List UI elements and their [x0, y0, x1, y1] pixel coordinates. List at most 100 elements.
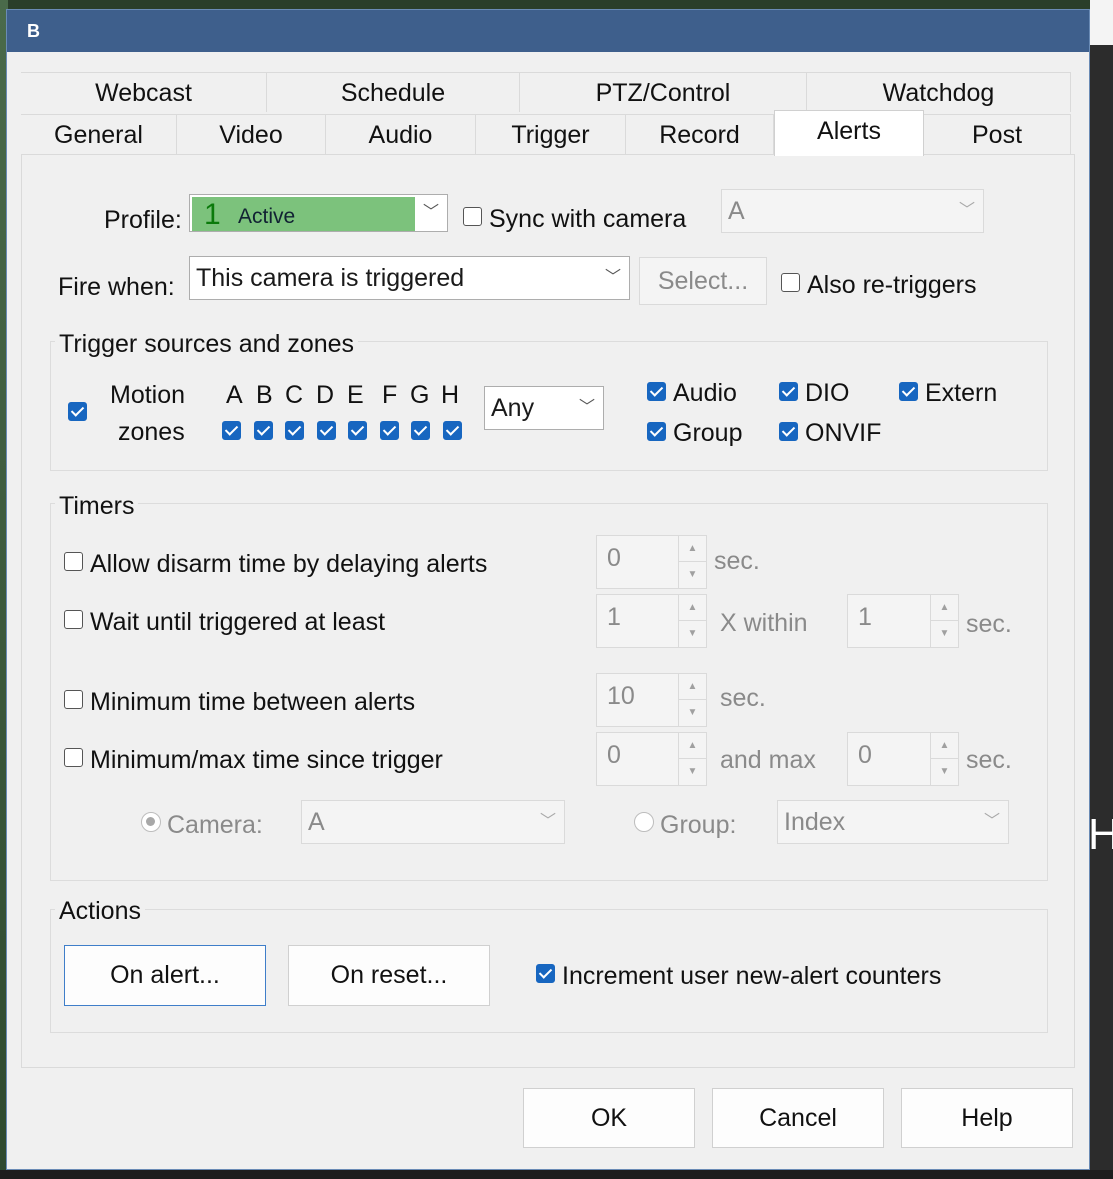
min-time-stepper[interactable]: 0 ▲ ▼ — [596, 732, 707, 786]
zones-label: zones — [118, 418, 185, 446]
disarm-value: 0 — [607, 544, 621, 572]
tab-schedule[interactable]: Schedule — [267, 72, 520, 112]
alerts-panel: Profile: 1 Active ﹀ Sync with camera A ﹀… — [21, 154, 1075, 1068]
chevron-down-icon: ﹀ — [958, 202, 975, 219]
group-radio[interactable] — [634, 812, 654, 832]
stepper-up-icon[interactable]: ▲ — [679, 674, 706, 700]
min-between-checkbox[interactable] — [64, 690, 83, 709]
min-between-label: Minimum time between alerts — [90, 688, 416, 716]
chevron-down-icon: ﹀ — [539, 813, 556, 830]
window-title: B — [27, 21, 40, 41]
cancel-button[interactable]: Cancel — [712, 1088, 884, 1148]
dio-source-checkbox[interactable] — [779, 382, 798, 401]
min-between-unit: sec. — [720, 684, 766, 712]
on-reset-button[interactable]: On reset... — [288, 945, 490, 1006]
tab-video[interactable]: Video — [177, 114, 326, 154]
group-source-checkbox[interactable] — [647, 422, 666, 441]
zone-e-checkbox[interactable] — [348, 421, 367, 440]
zone-h-checkbox[interactable] — [443, 421, 462, 440]
stepper-up-icon[interactable]: ▲ — [931, 595, 958, 621]
tab-general[interactable]: General — [21, 114, 177, 154]
zone-letter-a: A — [226, 381, 243, 409]
zone-c-checkbox[interactable] — [285, 421, 304, 440]
also-retriggers-label: Also re-triggers — [807, 271, 977, 299]
min-max-unit: sec. — [966, 746, 1012, 774]
fire-when-label: Fire when: — [58, 273, 175, 301]
motion-zones-checkbox[interactable] — [68, 402, 87, 421]
increment-counters-checkbox[interactable] — [536, 964, 555, 983]
chevron-down-icon: ﹀ — [578, 399, 595, 416]
zones-any-dropdown[interactable]: Any ﹀ — [484, 386, 604, 430]
tab-alerts[interactable]: Alerts — [774, 110, 924, 156]
tab-watchdog[interactable]: Watchdog — [807, 72, 1071, 112]
zone-letter-h: H — [441, 381, 460, 409]
tab-audio[interactable]: Audio — [326, 114, 476, 154]
tab-ptz-control[interactable]: PTZ/Control — [520, 72, 807, 112]
wait-count-stepper[interactable]: 1 ▲ ▼ — [596, 594, 707, 648]
group-dropdown[interactable]: Index ﹀ — [777, 800, 1009, 844]
onvif-source-checkbox[interactable] — [779, 422, 798, 441]
ok-button[interactable]: OK — [523, 1088, 695, 1148]
stepper-up-icon[interactable]: ▲ — [679, 536, 706, 562]
stepper-down-icon[interactable]: ▼ — [931, 759, 958, 785]
zone-b-checkbox[interactable] — [254, 421, 273, 440]
max-time-stepper[interactable]: 0 ▲ ▼ — [847, 732, 959, 786]
zone-a-checkbox[interactable] — [222, 421, 241, 440]
dio-source-label: DIO — [805, 379, 850, 407]
profile-value: Active — [238, 205, 296, 228]
timers-title: Timers — [55, 492, 139, 521]
audio-source-label: Audio — [673, 379, 737, 407]
stepper-arrows: ▲ ▼ — [678, 536, 706, 588]
stepper-down-icon[interactable]: ▼ — [679, 700, 706, 726]
disarm-stepper[interactable]: 0 ▲ ▼ — [596, 535, 707, 589]
min-max-label: Minimum/max time since trigger — [90, 746, 443, 774]
camera-radio-label: Camera: — [167, 811, 263, 839]
stepper-down-icon[interactable]: ▼ — [679, 621, 706, 647]
tab-record[interactable]: Record — [626, 114, 774, 154]
wait-within-label: X within — [720, 609, 808, 637]
motion-label: Motion — [110, 381, 186, 409]
zone-f-checkbox[interactable] — [380, 421, 399, 440]
disarm-checkbox[interactable] — [64, 552, 83, 571]
wait-checkbox[interactable] — [64, 610, 83, 629]
min-between-value: 10 — [607, 682, 635, 710]
min-time-value: 0 — [607, 741, 621, 769]
actions-title: Actions — [55, 897, 145, 926]
stepper-arrows: ▲ ▼ — [678, 595, 706, 647]
stepper-up-icon[interactable]: ▲ — [679, 595, 706, 621]
stepper-up-icon[interactable]: ▲ — [679, 733, 706, 759]
stepper-up-icon[interactable]: ▲ — [931, 733, 958, 759]
zone-d-checkbox[interactable] — [317, 421, 336, 440]
tab-post[interactable]: Post — [924, 114, 1071, 154]
stepper-down-icon[interactable]: ▼ — [931, 621, 958, 647]
help-button[interactable]: Help — [901, 1088, 1073, 1148]
ok-button-label: OK — [590, 1104, 628, 1132]
min-between-stepper[interactable]: 10 ▲ ▼ — [596, 673, 707, 727]
profile-dropdown[interactable]: 1 Active ﹀ — [189, 194, 448, 232]
fire-when-dropdown[interactable]: This camera is triggered ﹀ — [189, 256, 630, 300]
group-radio-label: Group: — [660, 811, 737, 839]
onvif-source-label: ONVIF — [805, 419, 882, 447]
chevron-down-icon: ﹀ — [604, 269, 621, 286]
stepper-down-icon[interactable]: ▼ — [679, 759, 706, 785]
zone-g-checkbox[interactable] — [411, 421, 430, 440]
stepper-down-icon[interactable]: ▼ — [679, 562, 706, 588]
background-edge-text: H — [1088, 810, 1113, 859]
select-button[interactable]: Select... — [639, 257, 767, 305]
sync-camera-checkbox[interactable] — [463, 207, 482, 226]
audio-source-checkbox[interactable] — [647, 382, 666, 401]
camera-radio[interactable] — [141, 812, 161, 832]
camera-dropdown[interactable]: A ﹀ — [301, 800, 565, 844]
max-time-value: 0 — [858, 741, 872, 769]
increment-counters-label: Increment user new-alert counters — [562, 962, 942, 990]
extern-source-checkbox[interactable] — [899, 382, 918, 401]
background-right-edge — [1090, 0, 1113, 1179]
on-alert-button[interactable]: On alert... — [64, 945, 266, 1006]
wait-within-stepper[interactable]: 1 ▲ ▼ — [847, 594, 959, 648]
also-retriggers-checkbox[interactable] — [781, 273, 800, 292]
min-max-checkbox[interactable] — [64, 748, 83, 767]
sync-camera-dropdown[interactable]: A ﹀ — [721, 189, 984, 233]
sync-camera-label: Sync with camera — [489, 205, 687, 233]
tab-trigger[interactable]: Trigger — [476, 114, 626, 154]
tab-webcast[interactable]: Webcast — [21, 72, 267, 112]
